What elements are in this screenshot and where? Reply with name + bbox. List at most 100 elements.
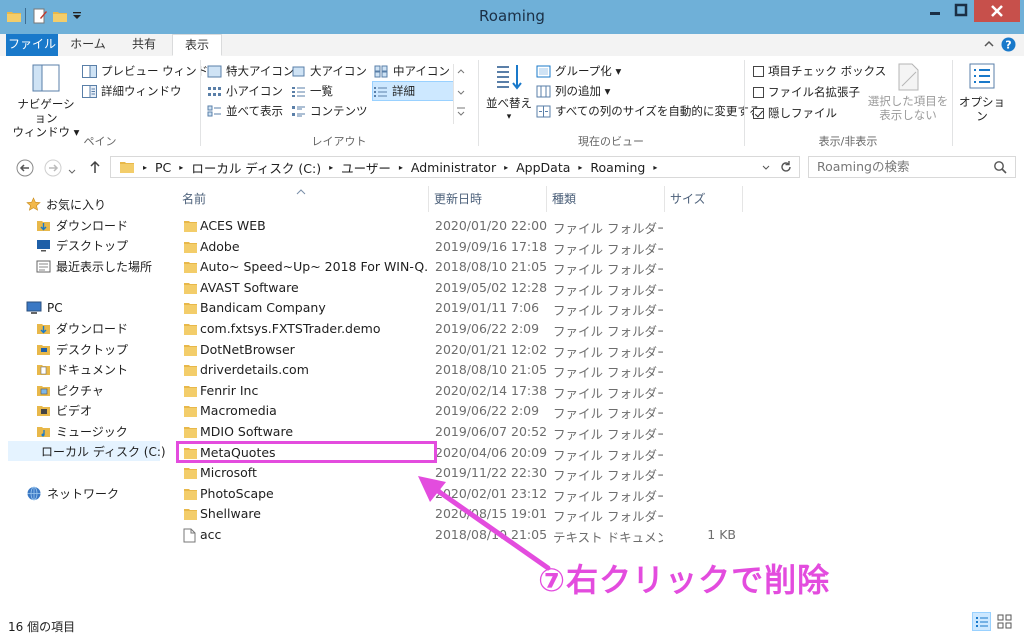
layout-large-icons[interactable]: 大アイコン [291,62,367,80]
back-button[interactable] [16,159,34,181]
nav-pc[interactable]: PC [26,298,63,318]
extra-large-icons-icon [207,65,222,77]
layout-extra-large-icons[interactable]: 特大アイコン [207,62,294,80]
nav-pc-desktop[interactable]: デスクトップ [36,339,128,359]
navigation-pane: お気に入り ダウンロード デスクトップ 最近表示した場所 PC ダウンロード デ… [0,186,166,606]
details-pane-button[interactable]: 詳細ウィンドウ [82,82,182,100]
nav-network[interactable]: ネットワーク [26,483,119,503]
up-button[interactable] [88,160,102,178]
computer-icon [26,301,42,314]
file-row[interactable]: DotNetBrowser 2020/01/21 12:02 ファイル フォルダー [176,340,756,360]
recent-locations-button[interactable] [68,164,76,180]
minimize-ribbon-icon[interactable] [983,38,995,53]
tab-file[interactable]: ファイル [6,34,58,56]
list-view-icon [292,86,305,97]
search-input[interactable]: Roamingの検索 [808,156,1016,178]
breadcrumb-roaming[interactable]: Roaming [590,160,645,175]
file-name: Adobe [200,238,240,254]
layout-content[interactable]: コンテンツ [291,102,368,120]
nav-music[interactable]: ミュージック [36,421,128,441]
file-name: DotNetBrowser [200,341,295,357]
file-extensions-checkbox[interactable] [753,86,764,98]
window-title: Roaming [479,7,545,25]
nav-favorites-desktop[interactable]: デスクトップ [36,235,128,255]
chevron-down-icon [762,165,770,170]
hide-selected-items-button[interactable]: 選択した項目を 表示しない [866,62,950,122]
help-icon[interactable]: ? [1001,37,1016,55]
file-type: ファイル フォルダー [553,447,663,463]
nav-recent-places[interactable]: 最近表示した場所 [36,256,152,276]
layout-medium-icons[interactable]: 中アイコン [374,62,450,80]
large-icons-icon [292,66,305,76]
layout-tiles[interactable]: 並べて表示 [207,102,283,120]
close-button[interactable] [974,0,1020,22]
file-row[interactable]: Fenrir Inc 2020/02/14 17:38 ファイル フォルダー [176,381,756,401]
file-name: Auto~ Speed~Up~ 2018 For WIN-Q... [200,259,428,275]
file-row[interactable]: Bandicam Company 2019/01/11 7:06 ファイル フォルダ… [176,298,756,318]
nav-videos[interactable]: ビデオ [36,400,92,420]
file-row[interactable]: Adobe 2019/09/16 17:18 ファイル フォルダー [176,237,756,257]
large-icons-view-toggle[interactable] [995,612,1014,631]
column-header-date[interactable]: 更新日時 [434,186,482,212]
text-file-icon [183,528,196,543]
maximize-button[interactable] [948,0,974,22]
file-row[interactable]: driverdetails.com 2018/08/10 21:05 ファイル フォ… [176,360,756,380]
file-row[interactable]: MDIO Software 2019/06/07 20:52 ファイル フォルダー [176,422,756,442]
network-icon [27,486,41,500]
column-header-name[interactable]: 名前 [182,186,206,212]
folder-icon [184,221,197,232]
nav-pc-downloads[interactable]: ダウンロード [36,318,128,338]
tab-home[interactable]: ホーム [62,34,114,56]
breadcrumb-appdata[interactable]: AppData [516,160,570,175]
hidden-items-checkbox[interactable] [753,107,764,119]
breadcrumb-pc[interactable]: PC [155,160,171,175]
column-header-type[interactable]: 種類 [552,186,576,212]
options-button[interactable]: オプション [956,62,1008,123]
column-header-size[interactable]: サイズ [670,186,706,212]
up-arrow-icon [90,160,100,173]
tab-view[interactable]: 表示 [172,34,222,56]
nav-pictures[interactable]: ピクチャ [36,380,104,400]
group-by-button[interactable]: グループ化 ▾ [536,62,621,80]
file-row[interactable]: AVAST Software 2019/05/02 12:28 ファイル フォルダー [176,278,756,298]
forward-button[interactable] [44,159,62,181]
file-row[interactable]: com.fxtsys.FXTSTrader.demo 2019/06/22 2:0… [176,319,756,339]
file-extensions-toggle[interactable]: ファイル名拡張子 [753,83,860,101]
address-bar[interactable]: ▸ PC ▸ ローカル ディスク (C:) ▸ ユーザー ▸ Administr… [110,156,800,178]
folder-icon [184,385,197,397]
size-all-columns-button[interactable]: すべての列のサイズを自動的に変更する [536,102,760,120]
details-pane-icon [82,84,97,98]
address-bar-crumbs: ▸ PC ▸ ローカル ディスク (C:) ▸ ユーザー ▸ Administr… [119,158,657,177]
breadcrumb-administrator[interactable]: Administrator [411,160,496,175]
layout-details[interactable]: 詳細 [372,81,454,101]
ribbon: ナビゲーション ウィンドウ ▾ プレビュー ウィンドウ 詳細ウィンドウ ペイン … [0,56,1024,151]
minimize-button[interactable] [922,0,948,22]
nav-favorites[interactable]: お気に入り [26,194,106,214]
file-row[interactable]: Macromedia 2019/06/22 2:09 ファイル フォルダー [176,401,756,421]
group-label-current-view: 現在のビュー [578,135,644,148]
nav-documents[interactable]: ドキュメント [36,359,128,379]
refresh-button[interactable] [779,160,793,177]
tab-share[interactable]: 共有 [118,34,170,56]
layout-list[interactable]: 一覧 [291,82,333,100]
breadcrumb-local-disk[interactable]: ローカル ディスク (C:) [191,158,321,177]
file-row[interactable]: Auto~ Speed~Up~ 2018 For WIN-Q... 2018/08… [176,257,756,277]
details-view-toggle[interactable] [972,612,991,631]
item-checkboxes-checkbox[interactable] [753,65,764,77]
file-type: ファイル フォルダー [553,468,663,484]
add-columns-button[interactable]: 列の追加 ▾ [536,82,610,100]
hidden-items-toggle[interactable]: 隠しファイル [753,104,837,122]
navigation-pane-button[interactable]: ナビゲーション ウィンドウ ▾ [12,62,80,139]
sort-by-button[interactable]: 並べ替え ▾ [484,62,534,124]
folder-icon [184,509,197,521]
address-dropdown[interactable] [761,161,771,176]
column-separator [742,186,743,212]
nav-favorites-downloads[interactable]: ダウンロード [36,215,128,235]
preview-pane-button[interactable]: プレビュー ウィンドウ [82,62,220,80]
layout-gallery-scroll[interactable] [453,64,468,124]
file-name: MDIO Software [200,424,294,439]
nav-local-disk[interactable]: ローカル ディスク (C:) [8,441,166,461]
breadcrumb-users[interactable]: ユーザー [341,158,391,177]
file-row[interactable]: ACES WEB 2020/01/20 22:00 ファイル フォルダー [176,216,756,236]
layout-small-icons[interactable]: 小アイコン [207,82,283,100]
